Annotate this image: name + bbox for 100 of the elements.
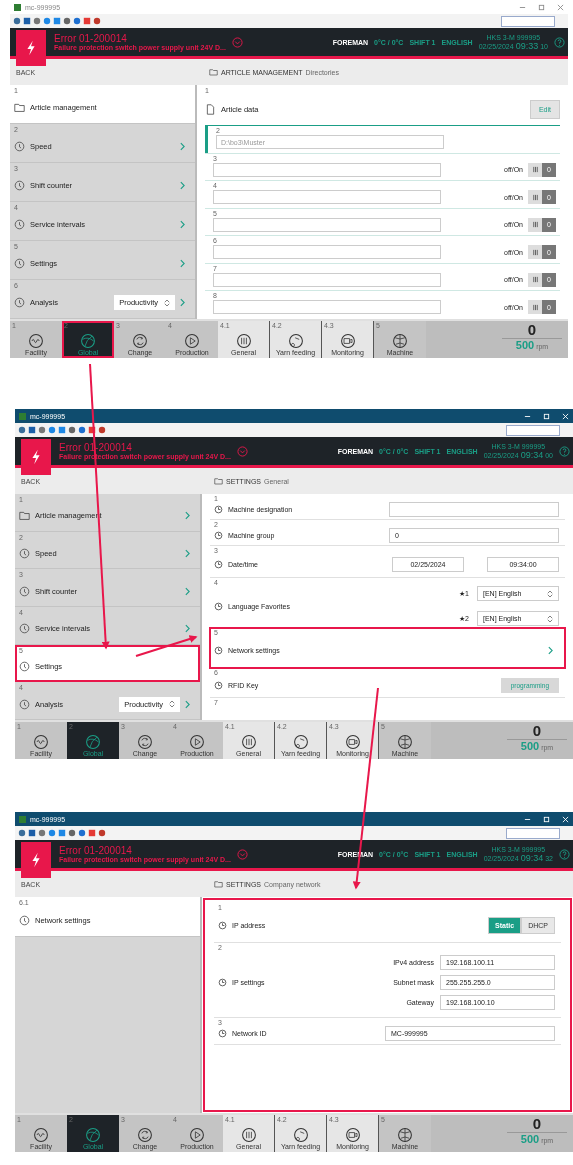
- sliders-icon: [240, 734, 257, 750]
- expand-icon[interactable]: [236, 445, 248, 457]
- path-field[interactable]: [213, 245, 441, 260]
- circle-icon: [14, 258, 25, 269]
- updown-icon: [169, 700, 175, 709]
- grip-icon: [531, 166, 539, 174]
- chevron-icon: [180, 298, 185, 307]
- setting-icon: [214, 601, 223, 611]
- setting-icon: [214, 531, 223, 540]
- chevron-icon: [185, 624, 190, 634]
- setting-icon: [214, 680, 223, 690]
- grip-icon: [531, 276, 539, 284]
- chevron-icon: [180, 220, 185, 229]
- folder-icon: [214, 477, 223, 485]
- counter-value: 0: [507, 1115, 567, 1133]
- setting-icon: [214, 559, 223, 569]
- circle-icon: [14, 297, 25, 308]
- time-label: 09:34: [520, 852, 544, 863]
- cycle-icon: [132, 333, 148, 349]
- counter-value: 0: [507, 722, 567, 740]
- globe-icon: [85, 1127, 101, 1143]
- play-icon: [184, 333, 200, 349]
- speed-value: 500: [520, 1133, 540, 1145]
- grip-icon: [531, 303, 539, 311]
- globe-icon: [85, 734, 101, 750]
- cycle-icon: [137, 1127, 153, 1143]
- folder-icon: [214, 880, 223, 888]
- circle-icon: [14, 141, 25, 152]
- setting-icon: [218, 920, 227, 930]
- spool-icon: [287, 333, 304, 349]
- cycle-icon: [137, 734, 153, 750]
- path-field[interactable]: [213, 300, 441, 315]
- help-icon[interactable]: [559, 445, 570, 457]
- circle-icon: [19, 914, 30, 926]
- updown-icon: [547, 589, 553, 598]
- folder-icon: [19, 510, 30, 522]
- machine-icon: [392, 333, 408, 349]
- help-icon[interactable]: [559, 848, 570, 860]
- app-icon: [14, 3, 21, 11]
- error-code: Error 01-200014: [59, 845, 133, 856]
- grip-icon: [531, 221, 539, 229]
- updown-icon: [547, 614, 553, 623]
- expand-icon[interactable]: [236, 848, 248, 860]
- circle-icon: [19, 698, 30, 710]
- circle-icon: [19, 661, 30, 672]
- circle-icon: [14, 180, 25, 191]
- path-field[interactable]: [213, 272, 441, 287]
- grip-icon: [531, 193, 539, 201]
- chevron-icon: [185, 699, 190, 709]
- wave-icon: [33, 734, 49, 750]
- chevron-icon[interactable]: [548, 645, 553, 655]
- updown-icon: [164, 298, 170, 307]
- speed-value: 500: [515, 339, 535, 351]
- sliders-icon: [235, 333, 252, 349]
- path-field[interactable]: [213, 162, 441, 177]
- machine-icon: [397, 734, 413, 750]
- sliders-icon: [240, 1127, 257, 1143]
- spool-icon: [292, 734, 309, 750]
- circle-icon: [19, 585, 30, 597]
- setting-icon: [214, 505, 223, 514]
- path-field[interactable]: [213, 217, 441, 232]
- play-icon: [189, 1127, 205, 1143]
- toolbar-field[interactable]: [506, 424, 560, 436]
- spool-icon: [292, 1127, 309, 1143]
- error-code: Error 01-200014: [54, 33, 128, 44]
- expand-icon[interactable]: [231, 36, 243, 48]
- app-icon: [19, 412, 26, 420]
- chevron-icon: [185, 586, 190, 596]
- wave-icon: [33, 1127, 49, 1143]
- speed-value: 500: [520, 740, 540, 752]
- chevron-icon: [180, 181, 185, 190]
- arrow: [135, 635, 198, 657]
- document-icon: [205, 104, 216, 115]
- setting-icon: [218, 1029, 227, 1038]
- time-label: 09:33: [515, 40, 539, 51]
- time-label: 09:34: [520, 449, 544, 460]
- setting-icon: [214, 645, 223, 655]
- chevron-icon: [185, 511, 190, 521]
- circle-icon: [19, 548, 30, 559]
- folder-icon: [209, 68, 218, 76]
- counter-value: 0: [502, 321, 562, 339]
- toolbar-field[interactable]: [506, 827, 560, 839]
- globe-icon: [80, 333, 96, 349]
- help-icon[interactable]: [554, 36, 565, 48]
- grip-icon: [531, 248, 539, 256]
- wave-icon: [28, 333, 44, 349]
- monitor-icon: [344, 734, 361, 750]
- folder-icon: [14, 102, 25, 113]
- app-icon: [19, 815, 26, 823]
- chevron-icon: [180, 142, 185, 151]
- circle-icon: [19, 623, 30, 635]
- toolbar-field[interactable]: [501, 15, 555, 27]
- monitor-icon: [344, 1127, 361, 1143]
- circle-icon: [14, 219, 25, 230]
- machine-icon: [397, 1127, 413, 1143]
- setting-icon: [218, 978, 227, 987]
- path-field[interactable]: [213, 190, 441, 205]
- monitor-icon: [339, 333, 356, 349]
- chevron-icon: [180, 259, 185, 268]
- text-field[interactable]: [389, 502, 559, 517]
